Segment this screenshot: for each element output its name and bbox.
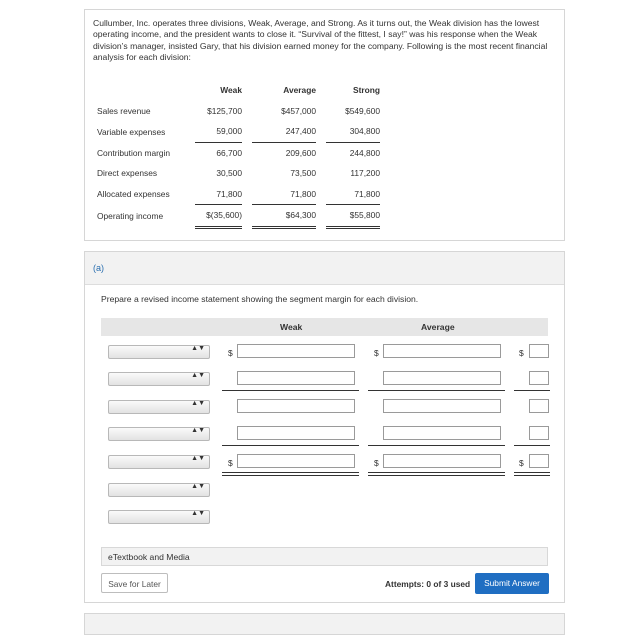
- average-amount-input[interactable]: [383, 426, 501, 440]
- weak-amount-input[interactable]: [237, 371, 355, 385]
- line-item-select[interactable]: ▲▼: [108, 427, 210, 441]
- financial-analysis-table: Weak Average Strong Sales revenue $125,7…: [92, 80, 380, 229]
- subtotal-rule: [514, 390, 550, 391]
- problem-text: Cullumber, Inc. operates three divisions…: [93, 18, 548, 63]
- table-row: Direct expenses 30,500 73,500 117,200: [92, 163, 380, 184]
- cell-weak: 71,800: [195, 183, 242, 205]
- currency-symbol: $: [228, 458, 233, 468]
- cell-weak: 30,500: [216, 168, 242, 179]
- column-header-average: Average: [283, 85, 316, 96]
- cell-average: $64,300: [252, 204, 316, 229]
- answer-grid-header: Weak Average: [101, 318, 548, 336]
- weak-amount-input[interactable]: [237, 426, 355, 440]
- table-row: Allocated expenses 71,800 71,800 71,800: [92, 183, 380, 205]
- currency-symbol: $: [228, 348, 233, 358]
- total-double-rule: [368, 472, 505, 476]
- cell-strong: 304,800: [326, 121, 380, 143]
- select-arrows-icon: ▲▼: [191, 427, 205, 434]
- cell-average: 209,600: [285, 147, 316, 158]
- row-label: Operating income: [97, 210, 164, 221]
- weak-amount-input[interactable]: [237, 344, 355, 358]
- subtotal-rule: [222, 445, 359, 446]
- total-double-rule: [222, 472, 359, 476]
- table-header-row: Weak Average Strong: [92, 80, 380, 101]
- strong-amount-input[interactable]: [529, 454, 549, 468]
- table-row: Variable expenses 59,000 247,400 304,800: [92, 121, 380, 143]
- table-row: Operating income $(35,600) $64,300 $55,8…: [92, 204, 380, 229]
- currency-symbol: $: [519, 348, 524, 358]
- line-item-select[interactable]: ▲▼: [108, 455, 210, 469]
- average-amount-input[interactable]: [383, 454, 501, 468]
- strong-amount-input[interactable]: [529, 426, 549, 440]
- table-row: Sales revenue $125,700 $457,000 $549,600: [92, 101, 380, 122]
- part-a-card: (a) Prepare a revised income statement s…: [84, 251, 565, 603]
- select-arrows-icon: ▲▼: [191, 510, 205, 517]
- row-label: Contribution margin: [97, 147, 171, 158]
- cell-average: $457,000: [281, 105, 316, 116]
- row-label: Variable expenses: [97, 126, 166, 137]
- average-amount-input[interactable]: [383, 371, 501, 385]
- part-label: (a): [93, 263, 104, 273]
- select-arrows-icon: ▲▼: [191, 455, 205, 462]
- total-double-rule: [514, 472, 550, 476]
- strong-amount-input[interactable]: [529, 371, 549, 385]
- select-arrows-icon: ▲▼: [191, 372, 205, 379]
- etextbook-media-link[interactable]: eTextbook and Media: [101, 547, 548, 566]
- submit-answer-button[interactable]: Submit Answer: [475, 573, 549, 594]
- line-item-select[interactable]: ▲▼: [108, 400, 210, 414]
- row-label: Sales revenue: [97, 105, 151, 116]
- part-header: (a): [85, 252, 564, 285]
- average-amount-input[interactable]: [383, 344, 501, 358]
- subtotal-rule: [222, 390, 359, 391]
- line-item-select[interactable]: ▲▼: [108, 483, 210, 497]
- select-arrows-icon: ▲▼: [191, 400, 205, 407]
- save-for-later-button[interactable]: Save for Later: [101, 573, 168, 593]
- next-part-card: [84, 613, 565, 635]
- cell-weak: 66,700: [216, 147, 242, 158]
- strong-amount-input[interactable]: [529, 344, 549, 358]
- strong-amount-input[interactable]: [529, 399, 549, 413]
- currency-symbol: $: [519, 458, 524, 468]
- question-prompt: Prepare a revised income statement showi…: [101, 294, 419, 304]
- etextbook-media-label: eTextbook and Media: [108, 552, 190, 562]
- cell-strong: $55,800: [326, 204, 380, 229]
- cell-average: 71,800: [252, 183, 316, 205]
- table-row: Contribution margin 66,700 209,600 244,8…: [92, 142, 380, 163]
- average-amount-input[interactable]: [383, 399, 501, 413]
- currency-symbol: $: [374, 458, 379, 468]
- column-header-strong: Strong: [353, 85, 380, 96]
- column-header-weak: Weak: [280, 322, 303, 332]
- cell-strong: 117,200: [350, 168, 380, 179]
- cell-weak: $125,700: [207, 105, 242, 116]
- cell-average: 73,500: [290, 168, 316, 179]
- cell-weak: 59,000: [195, 121, 242, 143]
- row-label: Direct expenses: [97, 168, 158, 179]
- line-item-select[interactable]: ▲▼: [108, 372, 210, 386]
- select-arrows-icon: ▲▼: [191, 483, 205, 490]
- cell-strong: $549,600: [345, 105, 380, 116]
- cell-strong: 244,800: [349, 147, 380, 158]
- column-header-average: Average: [421, 322, 455, 332]
- select-arrows-icon: ▲▼: [191, 345, 205, 352]
- cell-weak: $(35,600): [195, 204, 242, 229]
- line-item-select[interactable]: ▲▼: [108, 345, 210, 359]
- weak-amount-input[interactable]: [237, 399, 355, 413]
- row-label: Allocated expenses: [97, 189, 170, 199]
- problem-card: Cullumber, Inc. operates three divisions…: [84, 9, 565, 241]
- column-header-weak: Weak: [220, 85, 242, 96]
- subtotal-rule: [368, 445, 505, 446]
- subtotal-rule: [368, 390, 505, 391]
- attempts-counter: Attempts: 0 of 3 used: [385, 579, 471, 589]
- weak-amount-input[interactable]: [237, 454, 355, 468]
- currency-symbol: $: [374, 348, 379, 358]
- cell-strong: 71,800: [326, 183, 380, 205]
- subtotal-rule: [514, 445, 550, 446]
- cell-average: 247,400: [252, 121, 316, 143]
- line-item-select[interactable]: ▲▼: [108, 510, 210, 524]
